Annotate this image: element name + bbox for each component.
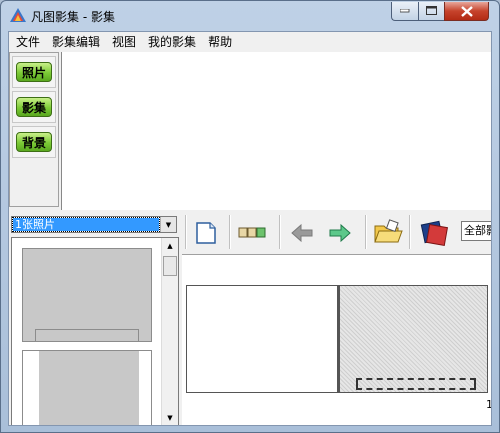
app-icon	[10, 8, 26, 22]
window-title: 凡图影集 - 影集	[31, 10, 115, 24]
chevron-down-icon[interactable]: ▼	[160, 217, 176, 232]
category-albums-button[interactable]: 影集	[16, 97, 52, 117]
layout-icon[interactable]	[237, 220, 271, 246]
scroll-up-icon[interactable]: ▲	[162, 238, 178, 254]
toolbar-separator	[365, 215, 367, 249]
content-browser[interactable]	[61, 52, 491, 210]
scroll-thumb[interactable]	[163, 256, 177, 276]
thumbnail-caption-area	[35, 329, 139, 341]
maximize-button[interactable]	[418, 2, 444, 21]
scroll-down-icon[interactable]: ▼	[162, 410, 178, 425]
category-albums-slot: 影集	[12, 91, 56, 123]
page-left[interactable]	[186, 285, 338, 393]
photo-count-value: 1张照片	[12, 217, 160, 232]
album-icon[interactable]	[419, 219, 449, 247]
toolbar-separator	[279, 215, 281, 249]
category-backgrounds-button[interactable]: 背景	[16, 132, 52, 152]
menu-help[interactable]: 帮助	[202, 32, 238, 52]
category-photos-button[interactable]: 照片	[16, 62, 52, 82]
menu-bar: 文件 影集编辑 视图 我的影集 帮助	[9, 32, 491, 52]
vertical-scrollbar[interactable]: ▲ ▼	[161, 238, 178, 425]
arrow-right-icon[interactable]	[327, 220, 353, 246]
app-window: 凡图影集 - 影集 文件 影集编辑 视图 我的影集 帮助 照片 影集 背景 1张…	[0, 0, 500, 433]
page-preview[interactable]: 1	[182, 254, 491, 425]
new-page-icon[interactable]	[193, 220, 219, 246]
category-photos-slot: 照片	[12, 56, 56, 88]
maximize-icon	[426, 6, 437, 15]
menu-album-edit[interactable]: 影集编辑	[46, 32, 106, 52]
arrow-left-icon[interactable]	[289, 220, 315, 246]
menu-file[interactable]: 文件	[9, 32, 46, 52]
thumbnail-item[interactable]	[22, 350, 152, 425]
category-backgrounds-slot: 背景	[12, 126, 56, 158]
close-button[interactable]	[444, 2, 489, 21]
photo-count-dropdown[interactable]: 1张照片 ▼	[11, 216, 177, 233]
thumbnail-list[interactable]: ▲ ▼	[11, 237, 179, 425]
toolbar-separator	[185, 215, 187, 249]
minimize-button[interactable]	[391, 2, 418, 21]
thumbnail-item[interactable]	[22, 248, 152, 342]
title-bar[interactable]: 凡图影集 - 影集	[1, 1, 499, 31]
photo-slot[interactable]	[356, 378, 476, 390]
page-right[interactable]	[338, 285, 488, 393]
select-all-dropdown[interactable]: 全部影	[461, 221, 491, 241]
menu-my-albums[interactable]: 我的影集	[142, 32, 202, 52]
toolbar-separator	[229, 215, 231, 249]
minimize-icon	[400, 9, 410, 13]
category-panel: 照片 影集 背景	[9, 52, 59, 207]
thumbnail-image	[39, 351, 139, 425]
client-area: 文件 影集编辑 视图 我的影集 帮助 照片 影集 背景 1张照片 ▼ 全部 ▲ …	[8, 31, 492, 426]
page-number: 1	[486, 398, 491, 411]
menu-view[interactable]: 视图	[106, 32, 142, 52]
toolbar-separator	[409, 215, 411, 249]
close-icon	[460, 5, 473, 17]
folder-open-icon[interactable]	[373, 218, 403, 246]
